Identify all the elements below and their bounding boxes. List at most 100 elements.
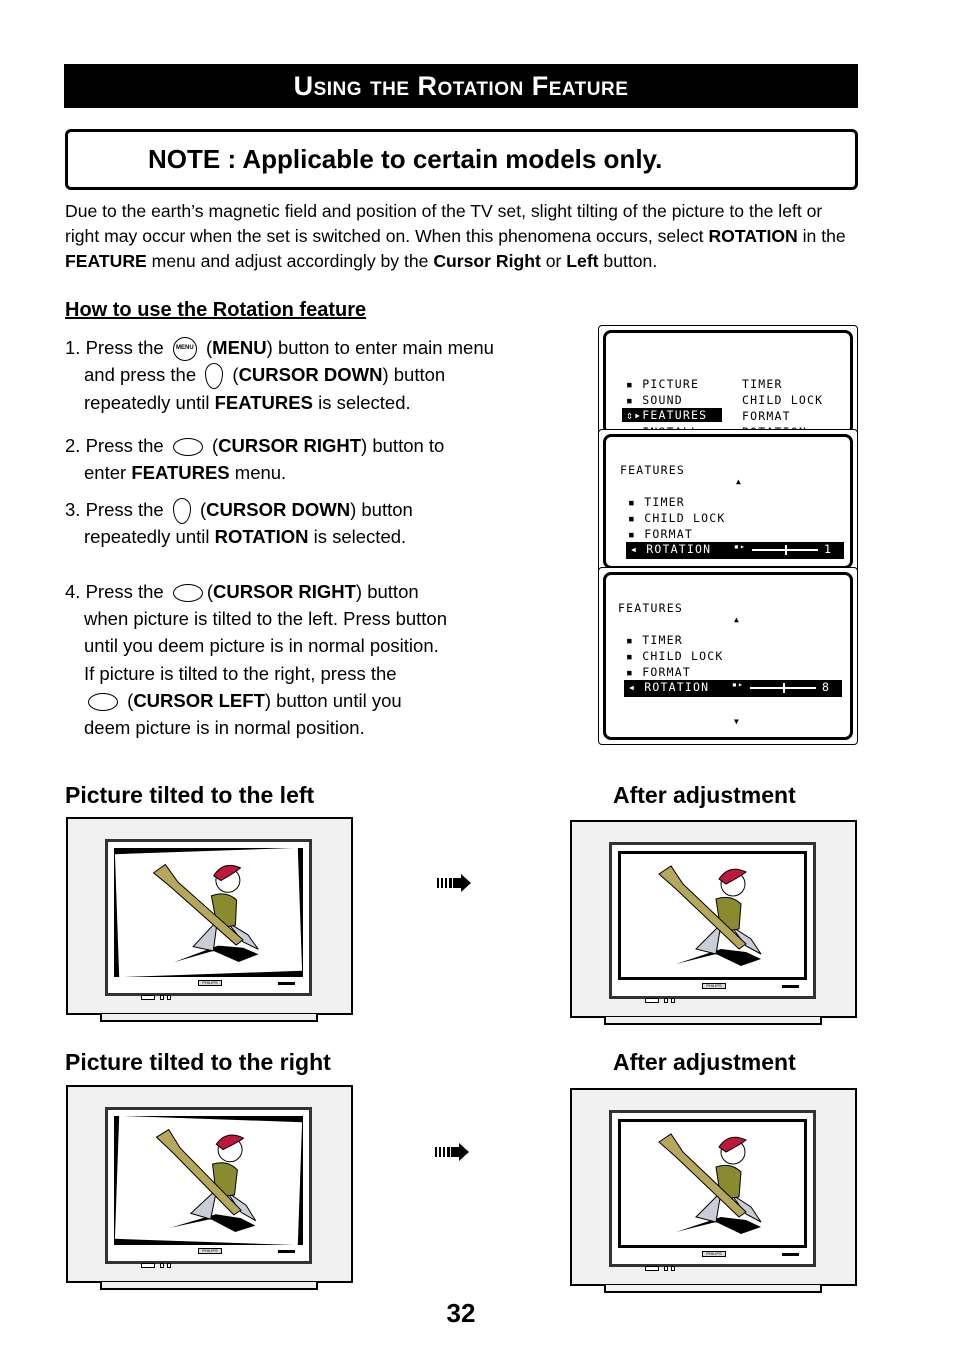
menu-title: FEATURES [620, 463, 685, 477]
text-segment: menu and adjust accordingly by the [146, 251, 434, 271]
text-segment: CURSOR DOWN [206, 499, 351, 520]
guitarist-picture [114, 1116, 303, 1245]
step-line: repeatedly until ROTATION is selected. [84, 524, 406, 550]
step-line: If picture is tilted to the right, press… [84, 661, 397, 687]
text-segment: ) button [355, 581, 419, 602]
text-segment: ( [194, 499, 207, 520]
tv-buttons [141, 1263, 171, 1268]
step-line: 2. Press the (CURSOR RIGHT) button to [65, 433, 444, 459]
step-line: when picture is tilted to the left. Pres… [84, 606, 447, 632]
text-segment: ) button [382, 364, 446, 385]
text-segment: ROTATION [708, 226, 798, 246]
text-segment: repeatedly until [84, 392, 215, 413]
step-line: enter FEATURES menu. [84, 460, 286, 486]
text-segment: 3. Press the [65, 499, 169, 520]
text-segment: FEATURES [131, 462, 230, 483]
text-segment: is selected. [312, 392, 411, 413]
tv-buttons [141, 995, 171, 1000]
tv-stand [100, 1014, 318, 1022]
rotation-slider[interactable] [750, 683, 816, 693]
brand-logo: PHILIPS [198, 1248, 222, 1254]
rotation-value: 8 [822, 680, 831, 694]
text-segment: Left [566, 251, 599, 271]
text-segment: and press the [84, 364, 202, 385]
tv-stand [100, 1282, 318, 1290]
section-heading: After adjustment [613, 782, 796, 808]
menu-item: ▪ SOUND [626, 393, 683, 407]
text-segment: 1. Press the [65, 337, 169, 358]
tv-bezel: PHILIPS [609, 842, 816, 999]
menu-item: ▪ FORMAT [626, 665, 691, 679]
howto-heading: How to use the Rotation feature [65, 299, 367, 321]
guitarist-picture [114, 848, 303, 977]
tv-screen [114, 1116, 303, 1245]
text-segment: menu. [229, 462, 287, 483]
cursor-down-button-icon [205, 363, 224, 390]
tv-stand [604, 1017, 822, 1025]
tv-bezel: PHILIPS [105, 1107, 312, 1264]
text-segment: 2. Press the [65, 435, 169, 456]
submenu-item: CHILD LOCK [742, 393, 824, 407]
cursor-button-icon [88, 693, 118, 712]
text-segment: CURSOR DOWN [238, 364, 383, 385]
menu-item: ▪ FORMAT [628, 527, 693, 541]
text-segment: in the [797, 226, 846, 246]
text-segment: CURSOR RIGHT [213, 581, 356, 602]
right-arrow-icon [437, 874, 471, 892]
tv-buttons [645, 998, 675, 1003]
text-segment: If picture is tilted to the right, press… [84, 663, 397, 684]
text-segment: repeatedly until [84, 526, 215, 547]
text-segment: ROTATION [214, 526, 309, 547]
step-line: repeatedly until FEATURES is selected. [84, 390, 411, 416]
step-line: and press the (CURSOR DOWN) button [84, 362, 446, 390]
text-segment: ) button until you [264, 690, 402, 711]
text-segment: when picture is tilted to the left. Pres… [84, 608, 447, 629]
tv-screen [618, 1119, 807, 1248]
menu-item-selected: ◂ ROTATION ▪▸ 1 [626, 542, 844, 559]
step-line: deem picture is in normal position. [84, 715, 365, 741]
indicator-light [278, 982, 295, 985]
note-box: NOTE : Applicable to certain models only… [65, 129, 858, 190]
text-segment: ) button [350, 499, 413, 520]
down-arrow-icon: ▼ [734, 717, 741, 726]
cursor-down-button-icon [172, 498, 191, 525]
brand-logo: PHILIPS [702, 1251, 726, 1257]
cursor-button-icon [172, 584, 203, 603]
text-segment: MENU [212, 337, 267, 358]
features-menu-panel-2: FEATURES ▲ ▪ TIMER ▪ CHILD LOCK ▪ FORMAT… [598, 567, 858, 745]
page-title: Using the Rotation Feature [64, 64, 858, 108]
tv-stand [604, 1285, 822, 1293]
text-segment: ( [206, 435, 219, 456]
tv-adjusted: PHILIPS [570, 820, 857, 1025]
rotation-value: 1 [824, 542, 833, 556]
tv-screen [618, 851, 807, 980]
step-line: until you deem picture is in normal posi… [84, 633, 439, 659]
menu-item: ▪ CHILD LOCK [628, 511, 726, 525]
text-segment: ( [122, 690, 134, 711]
text-segment: FEATURES [214, 392, 313, 413]
text-segment: ) button to enter main menu [266, 337, 494, 358]
text-segment: ( [227, 364, 239, 385]
text-segment: or [540, 251, 567, 271]
submenu-item: FORMAT [742, 409, 791, 423]
text-segment: CURSOR LEFT [133, 690, 265, 711]
text-segment: is selected. [308, 526, 407, 547]
rotation-slider[interactable] [752, 545, 818, 555]
tv-buttons [645, 1266, 675, 1271]
tv-bezel: PHILIPS [609, 1110, 816, 1267]
menu-item: ▪ TIMER [626, 633, 683, 647]
up-arrow-icon: ▲ [736, 477, 743, 486]
features-menu-panel-1: FEATURES ▲ ▪ TIMER ▪ CHILD LOCK ▪ FORMAT… [598, 429, 858, 574]
menu-title: FEATURES [618, 601, 683, 615]
step-line: (CURSOR LEFT) button until you [84, 688, 402, 714]
section-heading: Picture tilted to the right [65, 1049, 331, 1075]
brand-logo: PHILIPS [198, 980, 222, 986]
tv-screen [114, 848, 303, 977]
intro-paragraph: Due to the earth’s magnetic field and po… [65, 199, 855, 274]
indicator-light [782, 985, 799, 988]
section-heading: After adjustment [613, 1049, 796, 1075]
menu-button-icon: MENU [172, 337, 197, 362]
submenu-item: TIMER [742, 377, 783, 391]
tv-tilted-left: PHILIPS [66, 817, 353, 1022]
brand-logo: PHILIPS [702, 983, 726, 989]
